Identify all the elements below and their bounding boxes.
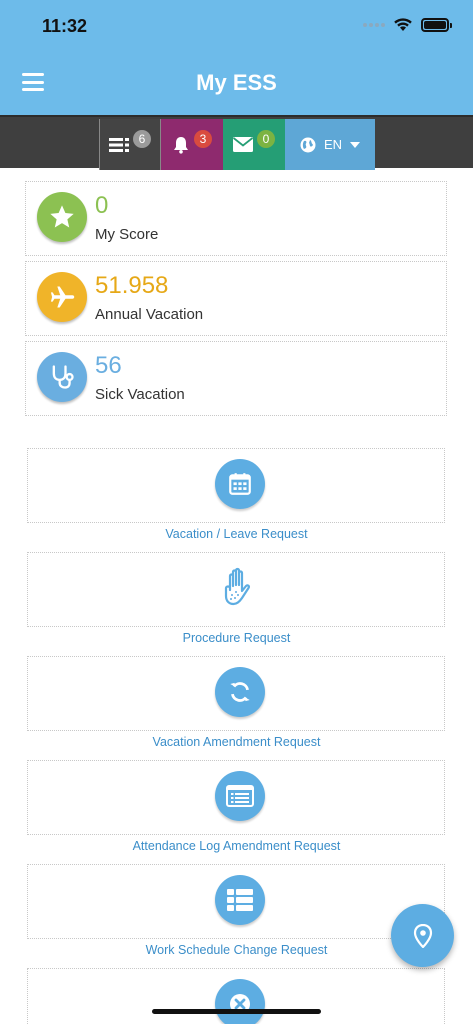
sick-vacation-value: 56 [95,352,122,379]
sick-vacation-label: Sick Vacation [95,386,185,403]
messages-count-badge: 0 [257,129,275,148]
status-icons [363,17,452,32]
notifications-count-badge: 3 [194,129,212,148]
calendar-icon [215,459,265,509]
sick-vacation-card: 56 Sick Vacation [25,341,447,416]
home-indicator[interactable] [152,1009,321,1014]
my-score-card: 0 My Score [25,181,447,256]
chevron-down-icon [350,141,361,148]
cancel-icon [215,979,265,1024]
vacation-leave-request-card[interactable] [27,448,445,523]
messages-button[interactable]: 0 [223,119,285,170]
envelope-icon [233,137,253,152]
cancel-request-card[interactable] [27,968,445,1024]
annual-vacation-card: 51.958 Annual Vacation [25,261,447,336]
tasks-count-badge: 6 [133,129,151,148]
hand-icon [215,563,265,613]
stethoscope-icon [37,352,87,402]
annual-vacation-label: Annual Vacation [95,306,204,323]
cellular-signal-icon [363,22,385,27]
status-time: 11:32 [42,16,88,36]
my-score-label: My Score [95,226,159,243]
work-schedule-change-request-card[interactable] [27,864,445,939]
table-list-icon [215,875,265,925]
globe-icon [300,137,316,152]
procedure-request-label[interactable]: Procedure Request [0,631,473,645]
star-icon [37,192,87,242]
battery-icon [421,17,452,32]
airplane-icon [37,272,87,322]
notifications-button[interactable]: 3 [161,119,223,170]
list-card-icon [215,771,265,821]
page-title: My ESS [196,70,277,95]
refresh-icon [215,667,265,717]
annual-vacation-value: 51.958 [95,272,169,299]
language-label: EN [323,137,343,152]
language-selector[interactable]: EN [285,119,375,170]
wifi-icon [394,18,412,31]
vacation-leave-request-label[interactable]: Vacation / Leave Request [0,527,473,541]
attendance-log-amendment-request-label[interactable]: Attendance Log Amendment Request [0,839,473,853]
attendance-log-amendment-request-card[interactable] [27,760,445,835]
map-pin-icon [413,923,432,948]
vacation-amendment-request-card[interactable] [27,656,445,731]
my-score-value: 0 [95,192,109,219]
vacation-amendment-request-label[interactable]: Vacation Amendment Request [0,735,473,749]
app-header: 11:32 My ESS [0,0,473,115]
location-fab-button[interactable] [391,904,454,967]
top-toolbar: 6 3 0 EN [0,115,473,170]
procedure-request-card[interactable] [27,552,445,627]
tasks-list-icon [109,137,129,152]
bell-icon [174,136,188,154]
tasks-button[interactable]: 6 [99,119,161,170]
